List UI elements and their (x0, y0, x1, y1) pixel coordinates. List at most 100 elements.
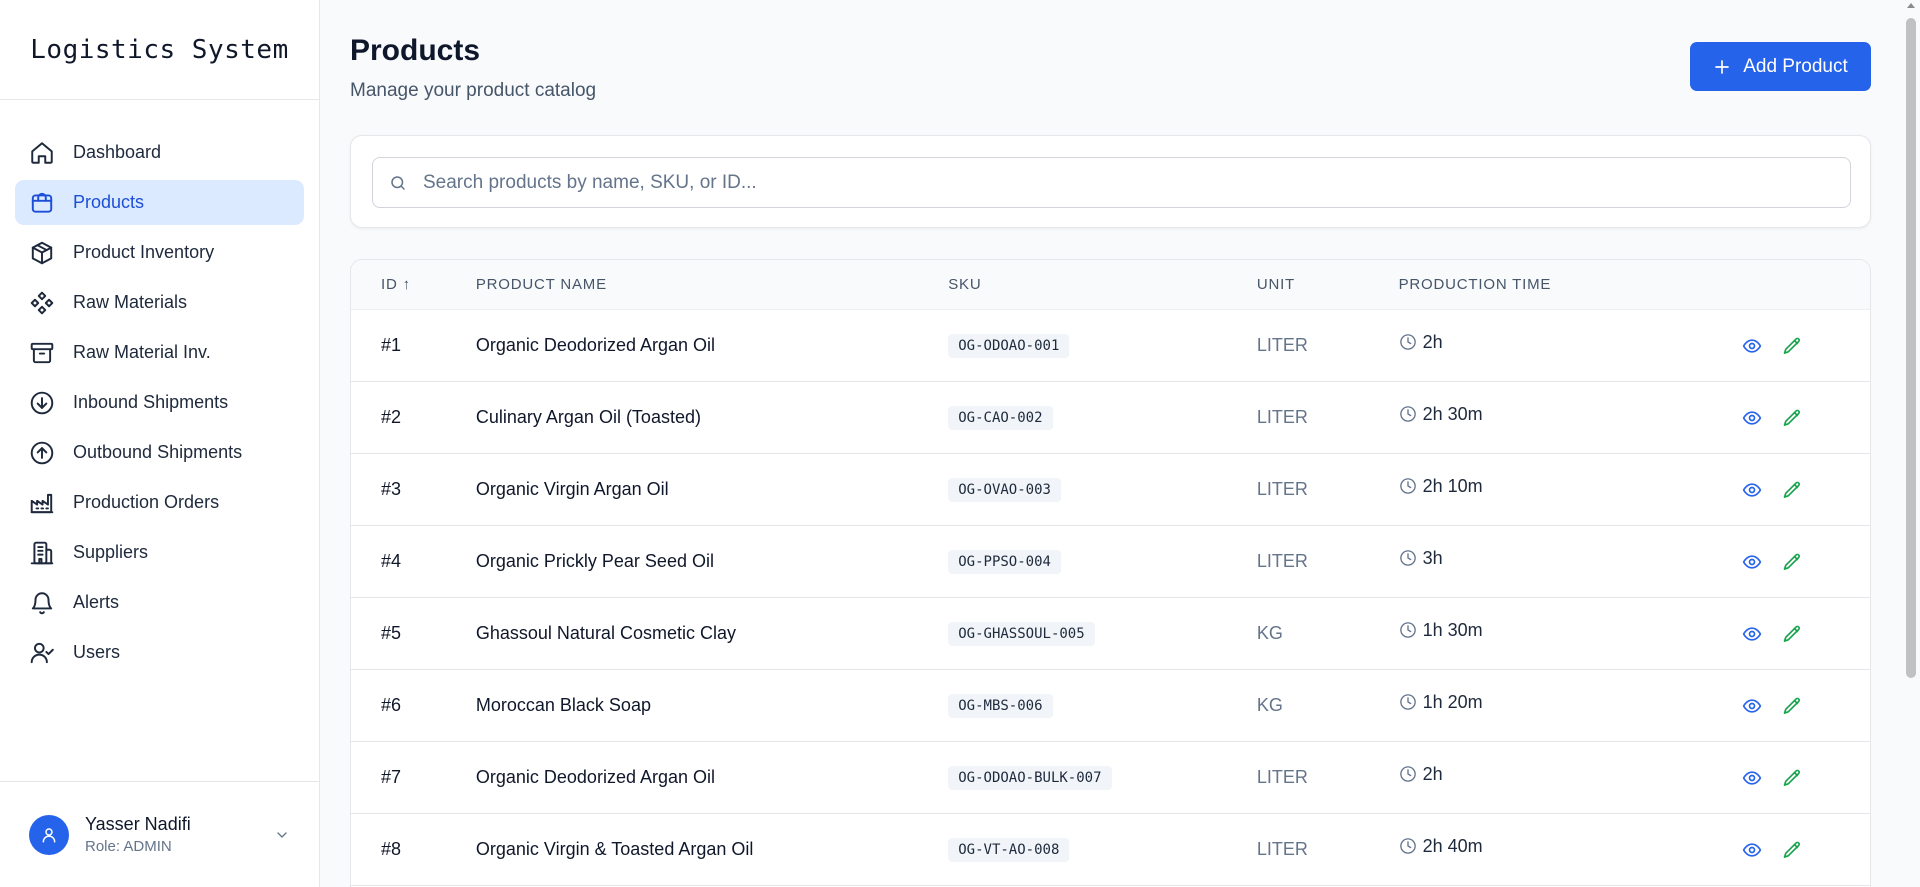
edit-button[interactable] (1782, 480, 1802, 500)
row-sku-cell: OG-ODOAO-001 (948, 333, 1257, 358)
row-production-time: 2h (1399, 332, 1691, 356)
edit-button[interactable] (1782, 696, 1802, 716)
row-actions (1690, 408, 1870, 428)
clock-icon (1399, 478, 1416, 494)
shopping-bag-icon (31, 192, 53, 213)
row-product-name: Organic Virgin & Toasted Argan Oil (475, 839, 754, 859)
sku-badge: OG-MBS-006 (948, 693, 1053, 718)
row-id: #2 (381, 407, 402, 427)
view-button[interactable] (1742, 696, 1762, 716)
edit-button[interactable] (1782, 624, 1802, 644)
view-button[interactable] (1742, 768, 1762, 788)
clock-icon (1399, 622, 1416, 638)
edit-button[interactable] (1782, 840, 1802, 860)
row-id: #7 (381, 767, 402, 787)
view-button[interactable] (1742, 552, 1762, 572)
row-product-name: Ghassoul Natural Cosmetic Clay (475, 623, 736, 643)
archive-icon (30, 342, 54, 363)
row-sku-cell: OG-CAO-002 (948, 405, 1257, 430)
sidebar-item-users[interactable]: Users (15, 630, 304, 675)
row-sku-cell: OG-ODOAO-BULK-007 (948, 765, 1257, 790)
pencil-icon (1783, 337, 1801, 354)
sidebar-item-label: Production Orders (73, 492, 220, 512)
row-product-name: Moroccan Black Soap (475, 695, 651, 715)
pencil-icon (1783, 841, 1801, 858)
row-product-name: Organic Deodorized Argan Oil (475, 335, 715, 355)
view-button[interactable] (1742, 480, 1762, 500)
row-unit: KG (1256, 623, 1283, 643)
sidebar-item-outbound-shipments[interactable]: Outbound Shipments (15, 430, 304, 475)
sidebar-item-label: Suppliers (73, 542, 149, 562)
table-row: #3 Organic Virgin Argan Oil OG-OVAO-003 … (351, 454, 1870, 526)
row-sku-cell: OG-MBS-006 (948, 693, 1257, 718)
scroll-up-arrow[interactable] (1907, 3, 1915, 8)
arrow-up-circle-icon (30, 441, 54, 464)
row-sku-cell: OG-GHASSOUL-005 (948, 621, 1257, 646)
edit-button[interactable] (1782, 552, 1802, 572)
edit-button[interactable] (1782, 336, 1802, 356)
search-box[interactable] (372, 157, 1851, 208)
column-header-id[interactable]: ID ↑ (351, 276, 476, 293)
chevron-down-icon[interactable] (274, 827, 290, 843)
eye-icon (1743, 626, 1762, 641)
sidebar-item-label: Users (73, 642, 121, 662)
add-product-button[interactable]: Add Product (1690, 42, 1871, 91)
sku-badge: OG-ODOAO-BULK-007 (948, 765, 1112, 790)
row-production-time: 2h 30m (1399, 404, 1691, 428)
sidebar-nav: Dashboard Products Product Inventory Raw… (0, 100, 319, 675)
user-menu[interactable]: Yasser Nadifi Role: ADMIN (0, 781, 320, 887)
sidebar-item-raw-material-inv[interactable]: Raw Material Inv. (15, 330, 304, 375)
pencil-icon (1783, 553, 1801, 570)
sidebar-item-production-orders[interactable]: Production Orders (15, 480, 304, 525)
row-id: #5 (381, 623, 402, 643)
sidebar-item-suppliers[interactable]: Suppliers (15, 530, 304, 575)
eye-icon (1743, 770, 1762, 785)
products-table: ID ↑ PRODUCT NAME SKU UNIT PRODUCTION TI… (350, 259, 1871, 887)
view-button[interactable] (1742, 408, 1762, 428)
user-role: Role: ADMIN (85, 838, 172, 855)
view-button[interactable] (1742, 840, 1762, 860)
table-row: #4 Organic Prickly Pear Seed Oil OG-PPSO… (351, 526, 1870, 598)
avatar (29, 814, 69, 855)
production-time-value: 3h (1422, 547, 1443, 568)
edit-button[interactable] (1782, 408, 1802, 428)
sidebar: Logistics System Dashboard Products Prod… (0, 0, 320, 887)
row-actions (1690, 552, 1870, 572)
sidebar-item-label: Product Inventory (73, 242, 215, 262)
row-unit: LITER (1256, 407, 1308, 427)
sku-badge: OG-PPSO-004 (948, 549, 1061, 574)
row-id: #8 (381, 839, 402, 859)
sidebar-item-dashboard[interactable]: Dashboard (15, 130, 304, 175)
sidebar-item-label: Raw Materials (73, 292, 188, 312)
production-time-value: 2h (1422, 763, 1443, 784)
row-product-name: Organic Prickly Pear Seed Oil (475, 551, 714, 571)
component-icon (30, 291, 54, 314)
row-unit: LITER (1256, 335, 1308, 355)
eye-icon (1743, 554, 1762, 569)
sidebar-item-inbound-shipments[interactable]: Inbound Shipments (15, 380, 304, 425)
page-scrollbar-thumb[interactable] (1906, 18, 1916, 678)
search-icon (391, 175, 405, 190)
eye-icon (1743, 482, 1762, 497)
table-row: #8 Organic Virgin & Toasted Argan Oil OG… (351, 814, 1870, 886)
page-subtitle: Manage your product catalog (350, 80, 597, 101)
clock-icon (1399, 694, 1416, 710)
clock-icon (1399, 550, 1416, 566)
view-button[interactable] (1742, 624, 1762, 644)
sidebar-item-products[interactable]: Products (15, 180, 304, 225)
production-time-value: 1h 20m (1422, 691, 1483, 712)
table-row: #6 Moroccan Black Soap OG-MBS-006 KG 1h … (351, 670, 1870, 742)
package-icon (31, 241, 53, 264)
eye-icon (1743, 338, 1762, 353)
sidebar-item-alerts[interactable]: Alerts (15, 580, 304, 625)
search-input[interactable] (423, 171, 1850, 194)
sidebar-item-label: Outbound Shipments (73, 442, 243, 462)
sidebar-item-raw-materials[interactable]: Raw Materials (15, 280, 304, 325)
arrow-down-circle-icon (30, 391, 54, 414)
clock-icon (1399, 838, 1416, 854)
sidebar-item-product-inventory[interactable]: Product Inventory (15, 230, 304, 275)
sku-badge: OG-OVAO-003 (948, 477, 1061, 502)
sku-badge: OG-CAO-002 (948, 405, 1053, 430)
view-button[interactable] (1742, 336, 1762, 356)
edit-button[interactable] (1782, 768, 1802, 788)
